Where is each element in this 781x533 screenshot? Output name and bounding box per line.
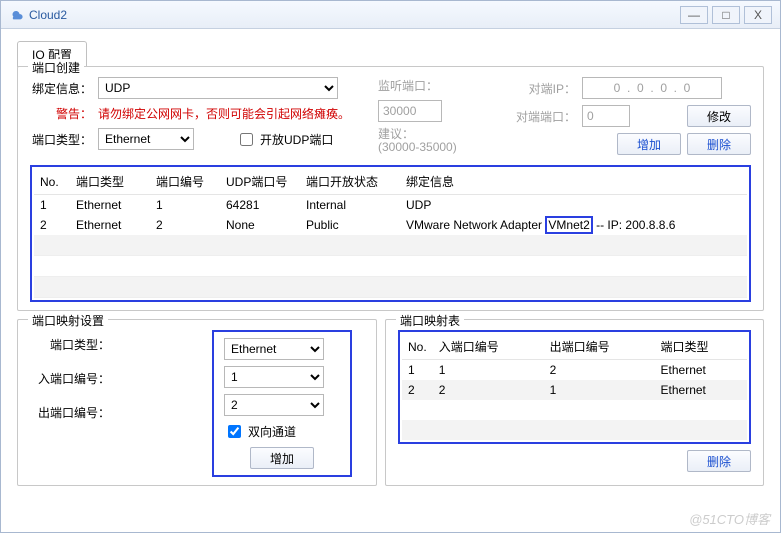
close-button[interactable]: X — [744, 6, 772, 24]
watermark: @51CTO博客 — [689, 509, 770, 528]
vmnet2-highlight: VMnet2 — [545, 216, 592, 234]
port-table-highlight: No. 端口类型 端口编号 UDP端口号 端口开放状态 绑定信息 1 Ether… — [30, 165, 751, 302]
out-port-select[interactable]: 2 — [224, 394, 324, 416]
group-map-settings: 端口映射设置 端口类型： 入端口编号： 出端口编号： Ethernet 1 2 … — [17, 319, 377, 486]
add-port-button[interactable]: 增加 — [617, 133, 681, 155]
open-udp-input[interactable] — [240, 133, 253, 146]
in-port-select[interactable]: 1 — [224, 366, 324, 388]
table-row[interactable]: 2 Ethernet 2 None Public VMware Network … — [34, 215, 747, 235]
table-row[interactable]: 221Ethernet — [402, 380, 747, 400]
modify-button[interactable]: 修改 — [687, 105, 751, 127]
table-row[interactable]: 1 Ethernet 1 64281 Internal UDP — [34, 195, 747, 216]
window-title: Cloud2 — [29, 8, 67, 22]
delete-port-button[interactable]: 删除 — [687, 133, 751, 155]
table-row[interactable]: 112Ethernet — [402, 360, 747, 381]
add-map-button[interactable]: 增加 — [250, 447, 314, 469]
delete-map-button[interactable]: 删除 — [687, 450, 751, 472]
maximize-button[interactable]: □ — [712, 6, 740, 24]
port-type-select[interactable]: Ethernet — [98, 128, 194, 150]
legend-map-settings: 端口映射设置 — [28, 312, 108, 329]
port-table[interactable]: No. 端口类型 端口编号 UDP端口号 端口开放状态 绑定信息 1 Ether… — [34, 169, 747, 298]
bind-info-select[interactable]: UDP — [98, 77, 338, 99]
map-table-highlight: No. 入端口编号 出端口编号 端口类型 112Ethernet 221Ethe… — [398, 330, 751, 444]
bind-info-label: 绑定信息： — [30, 80, 92, 97]
in-port-label: 入端口编号： — [30, 370, 110, 387]
peer-ip-input[interactable] — [582, 77, 722, 99]
out-port-label: 出端口编号： — [30, 404, 110, 421]
warning-label: 警告： — [30, 105, 92, 122]
title-bar: Cloud2 — □ X — [1, 1, 780, 29]
group-port-create: 端口创建 绑定信息： UDP 警告： 请勿绑定公网网卡，否则可能会引起网络瘫痪。… — [17, 66, 764, 311]
peer-port-input[interactable] — [582, 105, 630, 127]
listen-port-input[interactable] — [378, 100, 442, 122]
group-map-table: 端口映射表 No. 入端口编号 出端口编号 端口类型 112Ethernet — [385, 319, 764, 486]
map-table[interactable]: No. 入端口编号 出端口编号 端口类型 112Ethernet 221Ethe… — [402, 334, 747, 440]
port-type-label: 端口类型： — [30, 131, 92, 148]
open-udp-checkbox[interactable]: 开放UDP端口 — [236, 130, 333, 149]
peer-ip-label: 对端IP： — [516, 80, 576, 97]
listen-port-label: 监听端口： — [378, 77, 438, 94]
map-controls-highlight: Ethernet 1 2 双向通道 增加 — [212, 330, 352, 477]
map-type-select[interactable]: Ethernet — [224, 338, 324, 360]
minimize-button[interactable]: — — [680, 6, 708, 24]
suggest-range: (30000-35000) — [378, 141, 457, 154]
legend-port-create: 端口创建 — [28, 59, 84, 76]
app-icon — [9, 8, 23, 22]
warning-text: 请勿绑定公网网卡，否则可能会引起网络瘫痪。 — [98, 105, 350, 122]
legend-map-table: 端口映射表 — [396, 312, 464, 329]
bidir-input[interactable] — [228, 425, 241, 438]
bidir-checkbox[interactable]: 双向通道 — [224, 422, 296, 441]
map-type-label: 端口类型： — [30, 336, 110, 353]
peer-port-label: 对端端口： — [516, 108, 576, 125]
